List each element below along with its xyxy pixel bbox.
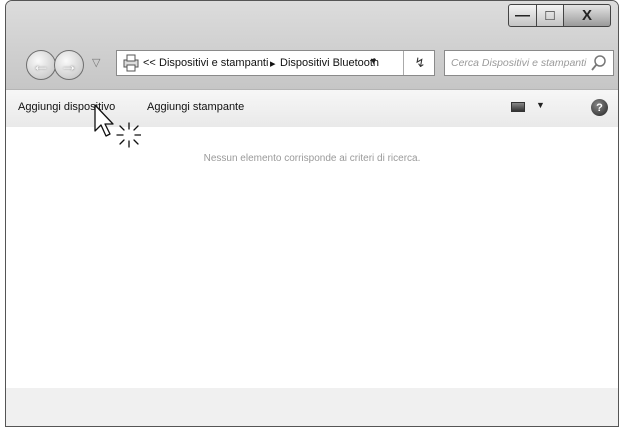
chevron-down-icon: ▽ (92, 57, 101, 69)
breadcrumb-overflow[interactable]: << (143, 57, 156, 69)
search-input[interactable]: Cerca Dispositivi e stampanti (451, 57, 586, 69)
maximize-button[interactable]: □ (536, 4, 564, 27)
search-box[interactable]: Cerca Dispositivi e stampanti (444, 50, 614, 76)
view-options-dropdown[interactable]: ▼ (536, 100, 545, 110)
address-dropdown[interactable]: ▼ (369, 56, 378, 66)
forward-button[interactable]: → (54, 50, 84, 80)
printer-folder-icon (123, 54, 139, 72)
details-pane (6, 388, 618, 426)
recent-pages-button[interactable]: ▽ (92, 56, 100, 69)
content-pane: Nessun elemento corrisponde ai criteri d… (6, 127, 618, 426)
change-view-icon[interactable] (511, 102, 525, 112)
refresh-button[interactable]: ↯ (403, 51, 436, 75)
search-icon[interactable] (589, 53, 609, 73)
title-bar: — □ X ← → ▽ << Dispositivi e stampanti ▸… (6, 1, 618, 89)
forward-arrow-icon: → (60, 54, 78, 75)
address-bar[interactable]: << Dispositivi e stampanti ▸ Dispositivi… (116, 50, 435, 76)
help-button[interactable]: ? (591, 99, 608, 116)
close-icon: X (581, 7, 592, 24)
minimize-button[interactable]: — (508, 4, 537, 27)
help-icon: ? (596, 101, 603, 114)
close-button[interactable]: X (563, 4, 611, 27)
breadcrumb-bluetooth-devices[interactable]: Dispositivi Bluetooth (280, 57, 379, 69)
explorer-window: — □ X ← → ▽ << Dispositivi e stampanti ▸… (5, 0, 619, 427)
add-printer-button[interactable]: Aggiungi stampante (147, 101, 244, 113)
back-button[interactable]: ← (26, 50, 56, 80)
breadcrumb-separator[interactable]: ▸ (270, 57, 276, 70)
refresh-icon: ↯ (414, 55, 426, 70)
mouse-pointer-click-icon (94, 104, 141, 148)
back-arrow-icon: ← (32, 54, 50, 75)
breadcrumb-devices-printers[interactable]: Dispositivi e stampanti (159, 57, 268, 69)
